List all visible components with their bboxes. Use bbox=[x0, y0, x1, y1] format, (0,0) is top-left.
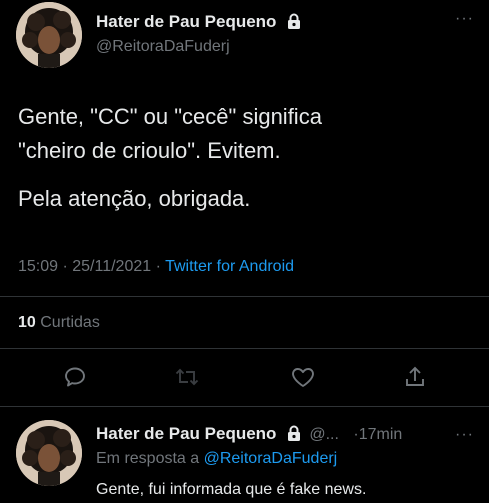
lock-icon bbox=[287, 13, 301, 34]
comment-icon bbox=[65, 367, 85, 387]
reply-button[interactable] bbox=[60, 362, 90, 392]
share-icon bbox=[406, 366, 424, 386]
tweet-text-line: Pela atenção, obrigada. bbox=[18, 186, 251, 211]
like-button[interactable] bbox=[288, 362, 318, 392]
heart-icon bbox=[292, 368, 314, 387]
reply-more-options-button[interactable]: ··· bbox=[455, 426, 474, 444]
avatar-image bbox=[16, 420, 82, 486]
reply-author-handle[interactable]: @... bbox=[309, 426, 339, 443]
reply-avatar[interactable] bbox=[16, 420, 82, 486]
author-handle[interactable]: @ReitoraDaFuderj bbox=[96, 38, 230, 56]
reply-timestamp[interactable]: ·17min bbox=[353, 426, 402, 443]
reply-prefix: Em resposta a bbox=[96, 450, 200, 467]
reply-tweet-text: Gente, fui informada que é fake news. bbox=[96, 481, 367, 498]
avatar-image bbox=[16, 2, 82, 68]
retweet-button bbox=[172, 362, 202, 392]
lock-icon bbox=[287, 425, 301, 446]
divider bbox=[0, 406, 489, 407]
tweet-timestamp[interactable]: 15:09 · 25/11/2021 · bbox=[18, 258, 161, 275]
reply-to-link[interactable]: @ReitoraDaFuderj bbox=[204, 450, 338, 467]
avatar[interactable] bbox=[16, 2, 82, 68]
divider bbox=[0, 296, 489, 297]
reply-context: Em resposta a @ReitoraDaFuderj bbox=[96, 450, 337, 468]
likes-stat[interactable]: 10 Curtidas bbox=[18, 314, 100, 332]
author-row: Hater de Pau Pequeno bbox=[96, 12, 301, 34]
likes-label: Curtidas bbox=[40, 314, 100, 331]
likes-count: 10 bbox=[18, 314, 36, 331]
tweet-source[interactable]: Twitter for Android bbox=[165, 258, 294, 275]
reply-author-row: Hater de Pau Pequeno @... ·17min bbox=[96, 424, 481, 446]
tweet-text-line: Gente, "CC" ou "cecê" significa bbox=[18, 104, 322, 129]
tweet-text: Gente, "CC" ou "cecê" significa "cheiro … bbox=[18, 100, 478, 216]
more-options-button[interactable]: ··· bbox=[455, 10, 474, 28]
divider bbox=[0, 348, 489, 349]
tweet-meta: 15:09 · 25/11/2021 · Twitter for Android bbox=[18, 258, 294, 276]
reply-author-name[interactable]: Hater de Pau Pequeno bbox=[96, 424, 276, 443]
retweet-icon bbox=[175, 368, 199, 386]
author-name[interactable]: Hater de Pau Pequeno bbox=[96, 12, 276, 31]
tweet-text-line: "cheiro de crioulo". Evitem. bbox=[18, 138, 281, 163]
share-button[interactable] bbox=[400, 362, 430, 392]
